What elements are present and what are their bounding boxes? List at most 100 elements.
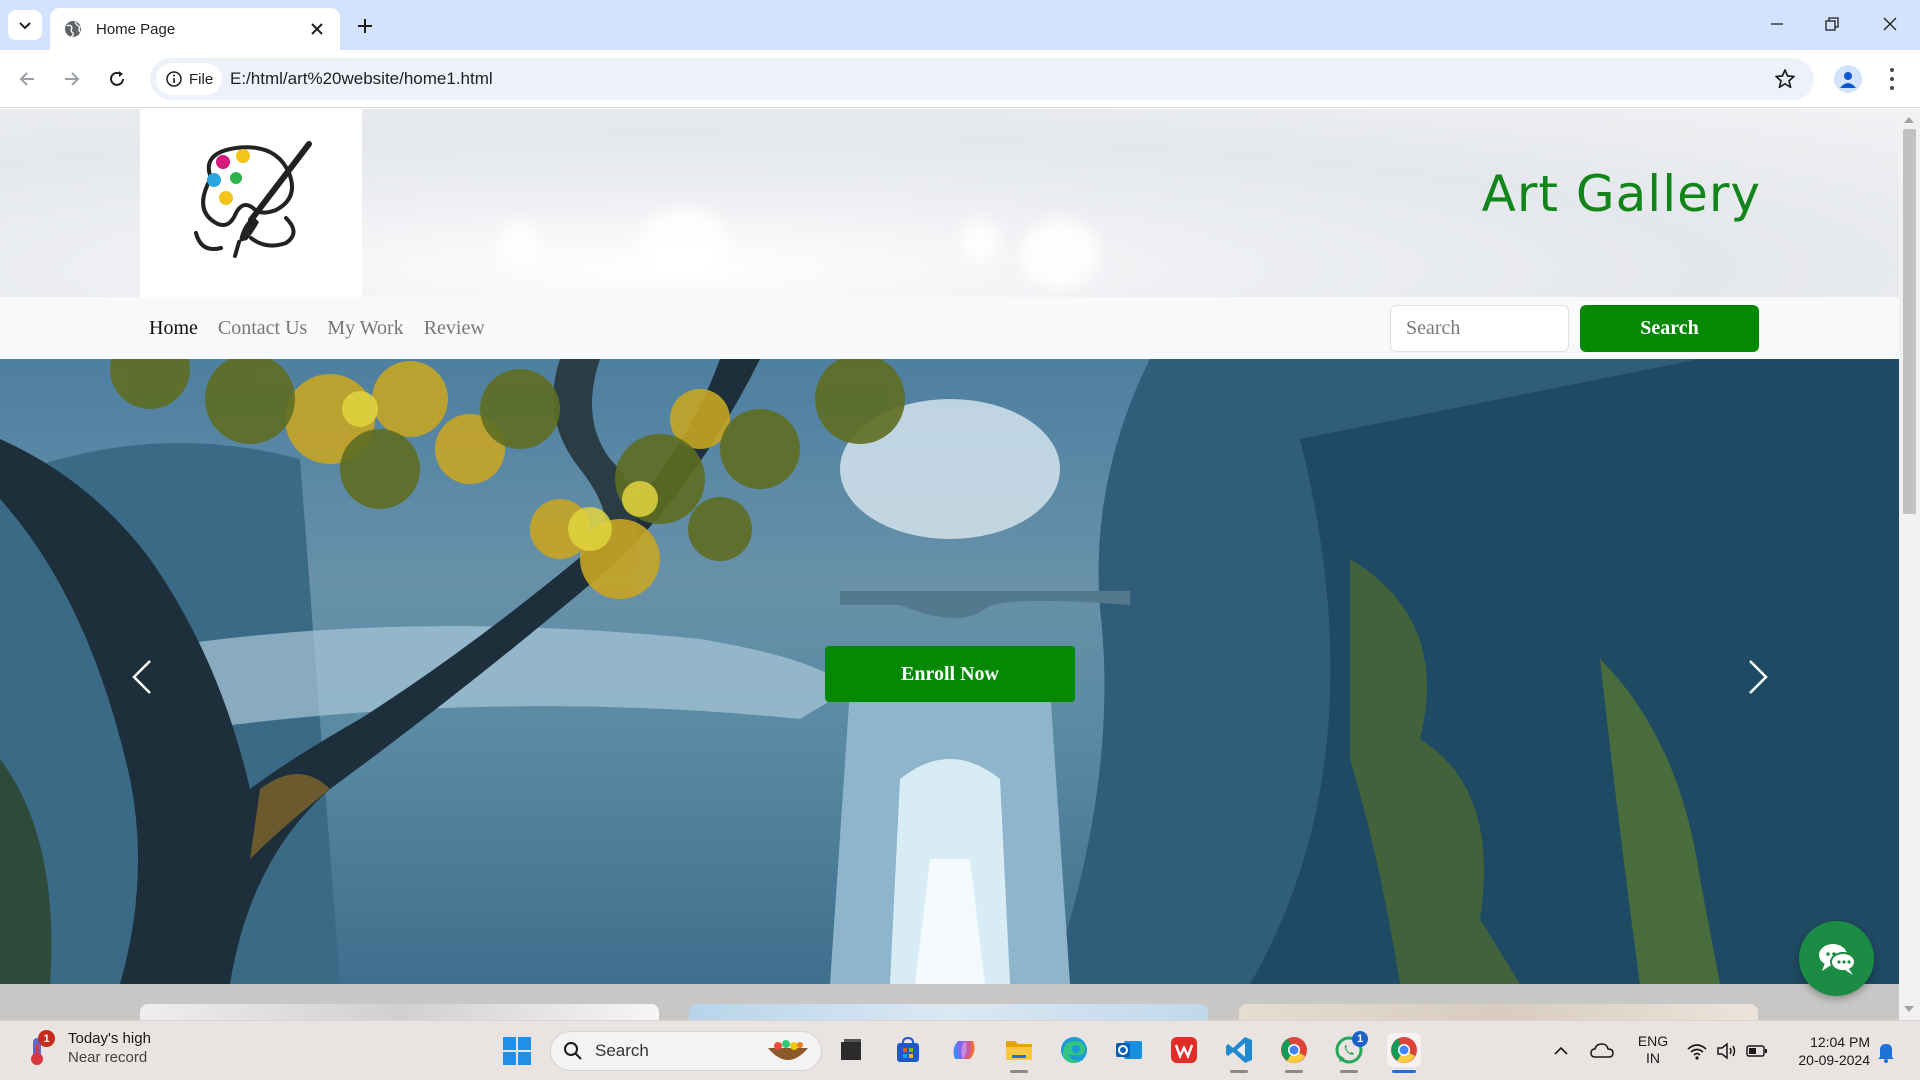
- nav-link-contact-us[interactable]: Contact Us: [218, 317, 307, 340]
- browser-tab-active[interactable]: Home Page: [50, 8, 340, 50]
- kebab-dot: [1890, 85, 1894, 90]
- weather-subtitle: Near record: [68, 1049, 148, 1066]
- input-language-indicator[interactable]: ENG IN: [1636, 1033, 1670, 1067]
- nav-links: Home Contact Us My Work Review: [149, 317, 485, 340]
- minimize-button[interactable]: [1765, 12, 1789, 36]
- running-indicator: [1340, 1070, 1358, 1073]
- site-navbar: Home Contact Us My Work Review Search: [0, 297, 1899, 359]
- chevron-down-icon: [19, 22, 31, 30]
- notification-bell-icon[interactable]: [1876, 1041, 1896, 1063]
- thermometer-icon: 1: [26, 1030, 58, 1066]
- site-info-chip[interactable]: File: [156, 63, 222, 95]
- browser-toolbar: File E:/html/art%20website/home1.html: [0, 50, 1920, 108]
- weather-alert-badge: 1: [38, 1030, 55, 1047]
- gallery-card[interactable]: [689, 1004, 1208, 1020]
- tab-search-button[interactable]: [8, 10, 42, 40]
- arrow-left-icon: [19, 72, 34, 86]
- scroll-up-arrow[interactable]: [1904, 117, 1914, 123]
- minimize-icon: [1771, 23, 1783, 25]
- store-icon: [897, 1036, 919, 1062]
- taskbar-store[interactable]: [891, 1033, 925, 1067]
- nav-link-review[interactable]: Review: [424, 317, 485, 340]
- outlook-icon: [1116, 1041, 1142, 1059]
- chevron-up-icon[interactable]: [1553, 1043, 1569, 1059]
- scroll-down-arrow[interactable]: [1904, 1006, 1914, 1012]
- page-viewport: Art Gallery Home Contact Us My Work Revi…: [0, 109, 1920, 1020]
- gallery-cards-section: [0, 984, 1899, 1020]
- edge-icon: [1061, 1037, 1087, 1063]
- taskbar-whatsapp[interactable]: 1: [1332, 1031, 1368, 1067]
- restore-icon: [1825, 17, 1839, 31]
- taskbar-task-view[interactable]: [834, 1033, 868, 1067]
- search-input[interactable]: [1390, 305, 1569, 352]
- carousel-prev-icon[interactable]: [130, 659, 156, 695]
- chat-bubbles-icon: [1818, 943, 1856, 975]
- taskbar-copilot[interactable]: [947, 1033, 981, 1067]
- enroll-now-button[interactable]: Enroll Now: [825, 646, 1075, 702]
- battery-icon[interactable]: [1746, 1041, 1768, 1061]
- reload-icon: [110, 71, 124, 86]
- folder-icon: [1006, 1041, 1032, 1060]
- chrome-icon: [1281, 1037, 1307, 1063]
- carousel-next-icon[interactable]: [1744, 659, 1770, 695]
- windows-taskbar: 1 Today's high Near record Search 1 ENG …: [0, 1020, 1920, 1080]
- bookmark-star-icon[interactable]: [1774, 68, 1796, 90]
- taskbar-wps[interactable]: [1167, 1033, 1201, 1067]
- taskbar-file-explorer[interactable]: [1002, 1033, 1036, 1067]
- wps-office-icon: [1171, 1037, 1197, 1063]
- volume-icon[interactable]: [1716, 1041, 1738, 1061]
- taskbar-edge[interactable]: [1057, 1033, 1091, 1067]
- running-indicator: [1230, 1070, 1248, 1073]
- vscode-icon: [1226, 1037, 1252, 1063]
- info-icon: [166, 71, 182, 87]
- nav-link-home[interactable]: Home: [149, 317, 198, 340]
- plus-icon: [358, 19, 372, 33]
- task-view-icon: [841, 1039, 861, 1060]
- forward-button[interactable]: [59, 66, 85, 92]
- profile-button[interactable]: [1834, 65, 1862, 93]
- palette-brush-icon: [194, 141, 312, 258]
- windows-start-icon[interactable]: [502, 1036, 532, 1066]
- taskbar-search-box[interactable]: Search: [550, 1031, 822, 1071]
- active-indicator: [1392, 1070, 1416, 1073]
- url-text[interactable]: E:/html/art%20website/home1.html: [230, 69, 493, 89]
- gallery-card[interactable]: [1239, 1004, 1758, 1020]
- cloud-decoration: [500, 219, 540, 269]
- new-tab-button[interactable]: [352, 13, 378, 39]
- copilot-icon: [953, 1041, 975, 1059]
- reload-button[interactable]: [104, 66, 130, 92]
- clock-date: 20-09-2024: [1798, 1052, 1870, 1068]
- web-page: Art Gallery Home Contact Us My Work Revi…: [0, 109, 1899, 1020]
- weather-widget[interactable]: 1 Today's high Near record: [26, 1029, 151, 1067]
- running-indicator: [1285, 1070, 1303, 1073]
- weather-title: Today's high: [68, 1030, 151, 1047]
- browser-tab-bar: Home Page: [0, 0, 1920, 50]
- chat-button[interactable]: [1799, 921, 1874, 996]
- scroll-thumb[interactable]: [1903, 129, 1916, 514]
- site-title: Art Gallery: [1481, 165, 1761, 223]
- back-button[interactable]: [14, 66, 40, 92]
- close-icon: [1883, 17, 1897, 31]
- address-bar[interactable]: File E:/html/art%20website/home1.html: [150, 58, 1814, 100]
- search-icon: [564, 1042, 582, 1060]
- page-scrollbar[interactable]: [1899, 109, 1920, 1020]
- whatsapp-unread-badge: 1: [1352, 1031, 1368, 1047]
- close-window-button[interactable]: [1878, 12, 1902, 36]
- taskbar-vscode[interactable]: [1222, 1033, 1256, 1067]
- onedrive-cloud-icon[interactable]: [1590, 1041, 1614, 1061]
- system-clock[interactable]: 12:04 PM 20-09-2024: [1780, 1033, 1870, 1069]
- taskbar-chrome[interactable]: [1277, 1033, 1311, 1067]
- restore-button[interactable]: [1820, 12, 1844, 36]
- chrome-icon: [1391, 1037, 1417, 1063]
- browser-menu-button[interactable]: [1882, 66, 1902, 92]
- taskbar-chrome-active[interactable]: [1387, 1033, 1421, 1067]
- gallery-card[interactable]: [140, 1004, 659, 1020]
- wifi-icon[interactable]: [1686, 1041, 1708, 1061]
- person-icon: [1840, 72, 1856, 88]
- nav-link-my-work[interactable]: My Work: [327, 317, 403, 340]
- taskbar-outlook[interactable]: [1112, 1033, 1146, 1067]
- cloud-decoration: [960, 219, 1000, 264]
- search-button[interactable]: Search: [1580, 305, 1759, 352]
- close-icon[interactable]: [308, 20, 326, 38]
- site-logo[interactable]: [140, 109, 362, 297]
